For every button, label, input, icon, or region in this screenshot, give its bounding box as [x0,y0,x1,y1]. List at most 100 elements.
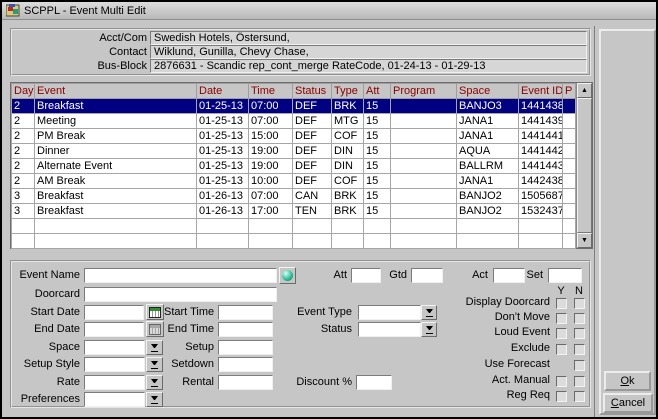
dont-move-yes-checkbox[interactable] [556,313,567,324]
table-cell: DEF [293,144,332,159]
loud-event-yes-checkbox[interactable] [556,328,567,339]
dropdown-arrow-icon [426,326,433,334]
column-header: Status [293,84,332,99]
space-input[interactable] [84,340,145,355]
loud-event-no-checkbox[interactable] [574,328,585,339]
table-cell: Meeting [35,114,197,129]
display-doorcard-yes-checkbox[interactable] [556,298,567,309]
table-cell: BALLRM [457,159,519,174]
reg-req-label: Reg Req [450,389,550,401]
table-cell: DIN [332,159,364,174]
table-row[interactable]: 3Breakfast01-26-1317:00TENBRK15 BANJO215… [12,204,576,219]
table-row[interactable]: 2Alternate Event01-25-1319:00DEFDIN15 BA… [12,159,576,174]
column-header: Day [12,84,35,99]
setup-input[interactable] [218,340,273,355]
table-row[interactable]: 2Breakfast01-25-1307:00DEFBRK15 BANJO314… [12,99,576,114]
table-cell: 19:00 [249,144,293,159]
status-label: Status [282,322,352,337]
table-row [12,234,576,249]
table-cell: Dinner [35,144,197,159]
table-scrollbar: ▲ ▼ [576,83,592,248]
contact-label: Contact [57,46,147,59]
table-cell: JANA1 [457,129,519,144]
event-name-lookup-button[interactable] [279,267,296,284]
bus-block-label: Bus-Block [57,60,147,73]
set-input[interactable] [548,268,582,283]
table-cell: 1441443 [519,159,563,174]
rate-input[interactable] [84,375,145,390]
status-dropdown-button[interactable] [421,322,437,337]
end-date-label: End Date [10,322,80,337]
start-time-input[interactable] [218,305,273,320]
table-cell: DEF [293,129,332,144]
scrollbar-thumb[interactable] [577,98,592,233]
display-doorcard-no-checkbox[interactable] [574,298,585,309]
exclude-no-checkbox[interactable] [574,344,585,355]
table-cell: 15:00 [249,129,293,144]
reg-req-no-checkbox[interactable] [574,391,585,402]
act-manual-no-checkbox[interactable] [574,376,585,387]
rental-input[interactable] [218,375,273,390]
table-cell: 01-25-13 [197,99,249,114]
sphere-icon [282,270,293,281]
window-title: SCPPL - Event Multi Edit [24,5,146,17]
exclude-yes-checkbox[interactable] [556,344,567,355]
preferences-dropdown-button[interactable] [146,392,163,407]
ok-button[interactable]: Ok [604,371,651,391]
space-dropdown-button[interactable] [146,340,163,355]
event-type-dropdown-button[interactable] [421,305,437,320]
scrollbar-down-button[interactable]: ▼ [577,233,592,248]
table-cell: TEN [293,204,332,219]
preferences-input[interactable] [84,392,145,407]
status-input[interactable] [358,322,421,337]
rate-label: Rate [10,375,80,390]
end-time-input[interactable] [218,322,273,337]
start-date-input[interactable] [84,305,144,320]
use-forecast-label: Use Forecast [450,358,550,370]
use-forecast-no-checkbox[interactable] [574,360,585,371]
exclude-label: Exclude [450,342,550,354]
titlebar[interactable]: SCPPL - Event Multi Edit [2,2,656,20]
event-multi-edit-window: SCPPL - Event Multi Edit Acct/Com Swedis… [0,0,658,419]
setup-style-input[interactable] [84,357,145,372]
gtd-label: Gtd [379,268,407,283]
reg-req-yes-checkbox[interactable] [556,391,567,402]
table-cell [293,219,332,234]
rate-dropdown-button[interactable] [146,375,163,390]
end-date-calendar-button[interactable] [146,321,164,337]
att-input[interactable] [351,268,381,283]
table-cell [563,99,576,114]
doorcard-input[interactable] [84,287,277,302]
table-cell: 3 [12,189,35,204]
setup-style-dropdown-button[interactable] [146,357,163,372]
discount-input[interactable] [356,375,392,390]
table-row[interactable]: 2Meeting01-25-1307:00DEFMTG15 JANA114414… [12,114,576,129]
act-manual-yes-checkbox[interactable] [556,376,567,387]
table-cell: 01-25-13 [197,174,249,189]
table-row[interactable]: 2AM Break01-25-1310:00DEFCOF15 JANA11442… [12,174,576,189]
event-type-input[interactable] [358,305,421,320]
table-cell: DEF [293,114,332,129]
start-date-calendar-button[interactable] [146,304,164,320]
table-cell: DEF [293,174,332,189]
table-row[interactable]: 2Dinner01-25-1319:00DEFDIN15 AQUA1441442 [12,144,576,159]
column-header: Type [332,84,364,99]
table-cell: PM Break [35,129,197,144]
table-cell: COF [332,174,364,189]
calendar-icon [149,307,161,318]
gtd-input[interactable] [411,268,443,283]
end-date-input[interactable] [84,322,144,337]
table-row[interactable]: 2PM Break01-25-1315:00DEFCOF15 JANA11441… [12,129,576,144]
event-name-input[interactable] [84,268,277,283]
table-cell: 15 [364,204,391,219]
table-row[interactable]: 3Breakfast01-26-1307:00CANBRK15 BANJO215… [12,189,576,204]
scrollbar-up-button[interactable]: ▲ [577,83,592,98]
event-table: DayEventDateTimeStatusTypeAttProgramSpac… [10,82,593,249]
acct-com-label: Acct/Com [57,32,147,45]
column-header: Att [364,84,391,99]
event-type-label: Event Type [282,305,352,320]
setdown-input[interactable] [218,357,273,372]
dont-move-no-checkbox[interactable] [574,313,585,324]
cancel-button[interactable]: Cancel [603,393,653,413]
scrollbar-track[interactable] [577,98,592,233]
